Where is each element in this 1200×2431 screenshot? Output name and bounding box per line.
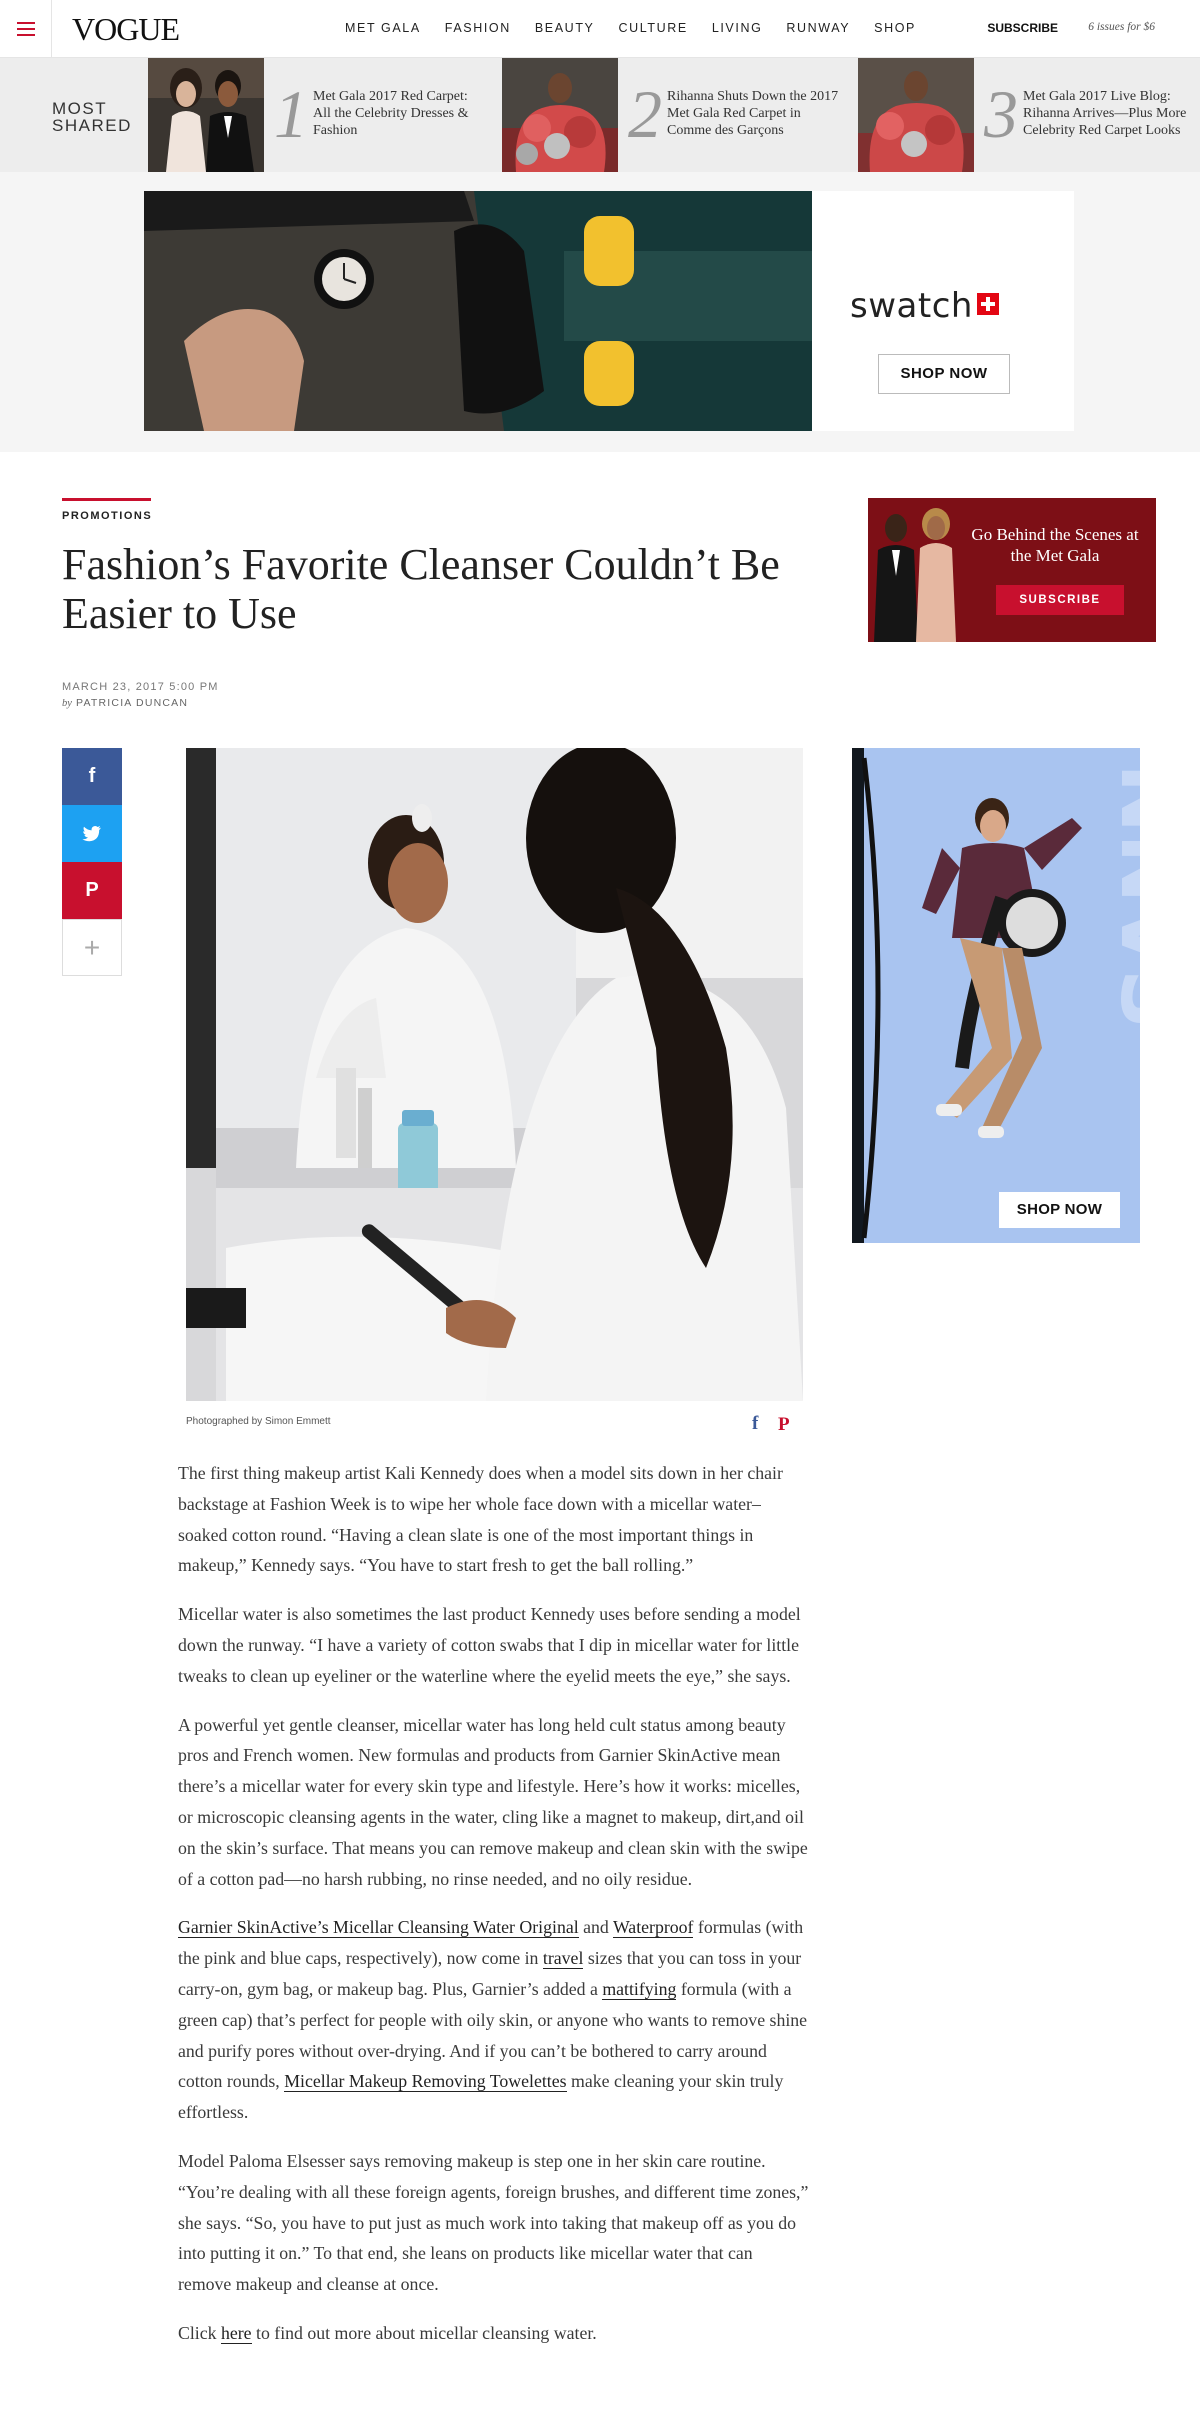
most-shared-item[interactable]: 3 Met Gala 2017 Live Blog: Rihanna Arriv…: [858, 58, 1200, 172]
body-text: and: [578, 1917, 613, 1938]
ad-band: swatch SHOP NOW: [0, 172, 1200, 452]
ad-photo[interactable]: [144, 191, 812, 431]
most-shared-number: 3: [984, 76, 1018, 152]
share-bar: f P +: [62, 748, 122, 976]
article-body: The first thing makeup artist Kali Kenne…: [178, 1458, 810, 2367]
shop-now-button[interactable]: SHOP NOW: [878, 354, 1010, 394]
subscribe-link[interactable]: SUBSCRIBE: [987, 21, 1058, 35]
subscribe-offer[interactable]: 6 issues for $6: [1088, 21, 1155, 33]
article-byline: by PATRICIA DUNCAN: [62, 697, 188, 709]
more-share-button[interactable]: +: [62, 919, 122, 976]
body-paragraph: Garnier SkinActive’s Micellar Cleansing …: [178, 1912, 810, 2128]
pinterest-icon[interactable]: P: [778, 1415, 790, 1435]
most-shared-title[interactable]: Met Gala 2017 Live Blog: Rihanna Arrives…: [1023, 88, 1198, 139]
swatch-brand-text: swatch: [850, 286, 973, 326]
main-nav: MET GALA FASHION BEAUTY CULTURE LIVING R…: [345, 20, 940, 36]
promo-text: Go Behind the Scenes at the Met Gala: [971, 525, 1139, 565]
article-kicker[interactable]: PROMOTIONS: [62, 510, 152, 522]
learn-more-link[interactable]: here: [220, 2322, 252, 2344]
met-gala-promo[interactable]: Go Behind the Scenes at the Met Gala SUB…: [868, 498, 1156, 642]
hero-photo[interactable]: [186, 748, 803, 1401]
nav-item-living[interactable]: LIVING: [712, 20, 763, 36]
side-ad-photo: NNVS: [852, 748, 1140, 1243]
twitter-icon: [82, 825, 101, 841]
product-link-original[interactable]: Garnier SkinActive’s Micellar Cleansing …: [178, 1917, 579, 1939]
kicker-rule: [62, 498, 151, 501]
article-date: MARCH 23, 2017 5:00 PM: [62, 681, 219, 693]
pinterest-icon: P: [85, 879, 99, 901]
author-name[interactable]: PATRICIA DUNCAN: [76, 697, 188, 709]
facebook-icon: f: [88, 765, 96, 787]
side-ad[interactable]: NNVS SHOP NOW: [852, 748, 1140, 1243]
most-shared-title[interactable]: Met Gala 2017 Red Carpet: All the Celebr…: [313, 88, 488, 139]
subscribe-button[interactable]: SUBSCRIBE: [996, 585, 1124, 615]
article-headline: Fashion’s Favorite Cleanser Couldn’t Be …: [62, 540, 780, 638]
site-header: VOGUE MET GALA FASHION BEAUTY CULTURE LI…: [0, 0, 1200, 58]
body-paragraph: Model Paloma Elsesser says removing make…: [178, 2150, 809, 2295]
most-shared-strip: MOST SHARED 1 Met Gala 2017 Red Carpet: …: [0, 58, 1200, 172]
most-shared-label-line2: SHARED: [52, 116, 132, 135]
twitter-share-button[interactable]: [62, 805, 122, 862]
facebook-icon[interactable]: f: [752, 1414, 758, 1434]
body-paragraph: Micellar water is also sometimes the las…: [178, 1604, 801, 1686]
body-paragraph: A powerful yet gentle cleanser, micellar…: [178, 1714, 808, 1889]
swatch-logo[interactable]: swatch: [850, 286, 999, 326]
most-shared-number: 1: [274, 76, 308, 152]
most-shared-item[interactable]: 1 Met Gala 2017 Red Carpet: All the Cele…: [148, 58, 488, 172]
most-shared-thumbnail[interactable]: [858, 58, 974, 172]
most-shared-label-line1: MOST: [52, 99, 108, 118]
product-link-travel[interactable]: travel: [542, 1948, 584, 1970]
product-link-towelettes[interactable]: Micellar Makeup Removing Towelettes: [284, 2071, 567, 2093]
most-shared-thumbnail[interactable]: [148, 58, 264, 172]
most-shared-item[interactable]: 2 Rihanna Shuts Down the 2017 Met Gala R…: [502, 58, 842, 172]
nav-item-met-gala[interactable]: MET GALA: [345, 20, 421, 36]
most-shared-number: 2: [628, 76, 662, 152]
nav-item-beauty[interactable]: BEAUTY: [535, 20, 595, 36]
plus-icon: +: [83, 931, 101, 963]
product-link-mattifying[interactable]: mattifying: [602, 1978, 677, 2000]
pinterest-share-button[interactable]: P: [62, 862, 122, 919]
nav-item-fashion[interactable]: FASHION: [445, 20, 511, 36]
most-shared-title[interactable]: Rihanna Shuts Down the 2017 Met Gala Red…: [667, 88, 842, 139]
nav-item-runway[interactable]: RUNWAY: [786, 20, 850, 36]
photo-credit: Photographed by Simon Emmett: [186, 1416, 331, 1427]
body-text: Click: [178, 2322, 221, 2343]
most-shared-thumbnail[interactable]: [502, 58, 618, 172]
swatch-banner-ad[interactable]: swatch SHOP NOW: [144, 191, 1074, 431]
byline-by: by: [62, 698, 72, 709]
nav-item-shop[interactable]: SHOP: [874, 20, 916, 36]
nav-item-culture[interactable]: CULTURE: [619, 20, 688, 36]
promo-photo: [868, 498, 1156, 642]
swiss-cross-icon: [976, 293, 999, 315]
most-shared-label: MOST SHARED: [52, 100, 132, 134]
body-paragraph: The first thing makeup artist Kali Kenne…: [178, 1463, 783, 1576]
body-text: to find out more about micellar cleansin…: [251, 2322, 597, 2343]
menu-icon[interactable]: [0, 0, 52, 58]
svg-text:NNVS: NNVS: [1102, 763, 1140, 1029]
body-paragraph: Click here to find out more about micell…: [178, 2318, 810, 2349]
product-link-waterproof[interactable]: Waterproof: [612, 1917, 694, 1939]
side-shop-now-button[interactable]: SHOP NOW: [999, 1192, 1120, 1228]
site-logo[interactable]: VOGUE: [72, 12, 180, 46]
facebook-share-button[interactable]: f: [62, 748, 122, 805]
